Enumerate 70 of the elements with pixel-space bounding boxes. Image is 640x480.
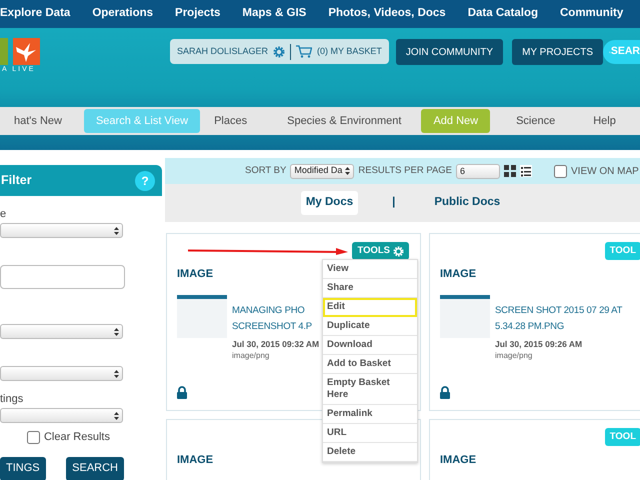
menu-item[interactable]: Download [323,336,417,355]
menu-tab[interactable]: Places [202,109,260,133]
per-page-label: RESULTS PER PAGE [358,164,452,178]
basket-link[interactable]: (0) MY BASKET [316,44,382,58]
sort-label: SORT BY [245,164,286,178]
nav-link[interactable]: Maps & GIS [242,5,306,23]
list-view-icon[interactable] [520,165,532,177]
nav-link[interactable]: Photos, Videos, Docs [328,5,446,23]
menu-item[interactable]: View [323,260,417,279]
select-field[interactable] [0,366,123,381]
filter-title: Filter [1,172,32,190]
cart-icon[interactable] [296,45,312,58]
menu-item[interactable]: Duplicate [323,317,417,336]
nav-link[interactable]: Projects [175,5,220,23]
field-label: e [0,207,8,220]
document-title[interactable]: SCREEN SHOT 2015 07 29 AT 5.34.28 PM.PNG [495,302,622,334]
settings-icon[interactable] [272,46,285,58]
nav-link[interactable]: Community [560,5,624,23]
user-name[interactable]: SARAH DOLISLAGER [176,44,268,58]
thumbnail-image[interactable] [440,294,490,338]
nav-link[interactable]: Explore Data [0,5,70,23]
caret-icon [114,370,119,378]
menu-item[interactable]: Edit [323,298,417,317]
nav-link[interactable]: Data Catalog [468,5,538,23]
menu-tab[interactable]: Species & Environment [275,109,414,133]
form-button[interactable]: TINGS [0,456,46,480]
caret-icon [114,328,119,336]
document-type: IMAGE [177,267,214,282]
mime-type: image/png [495,350,534,362]
menu-tab[interactable]: Science [504,109,568,133]
menu-item[interactable]: URL [323,424,417,443]
header-button[interactable]: MY PROJECTS [512,39,603,65]
document-type: IMAGE [177,453,214,468]
input-field[interactable] [0,265,125,289]
menu-item[interactable]: Empty Basket Here [323,374,417,405]
thumbnail-image[interactable] [177,294,227,338]
checkbox-label[interactable]: VIEW ON MAP [571,164,639,178]
doc-tab[interactable]: Public Docs [429,191,506,215]
header-button[interactable]: JOIN COMMUNITY [396,39,504,65]
checkbox[interactable] [554,164,568,178]
grid-view-icon[interactable] [504,165,516,177]
caret-icon [114,226,119,234]
checkbox-label[interactable]: Clear Results [44,429,110,446]
gear-icon [393,246,404,256]
menu-tab[interactable]: hat's New [14,109,74,133]
select-field[interactable] [0,324,123,339]
document-title[interactable]: MANAGING PHO SCREENSHOT 4.P [232,302,320,334]
document-date: Jul 30, 2015 09:26 AM [495,338,584,350]
sort-select[interactable]: Modified Da [290,164,354,178]
menu-item[interactable]: Share [323,279,417,298]
mime-type: image/png [232,350,270,362]
form-button[interactable]: SEARCH [66,456,124,480]
caret-icon [114,412,119,420]
checkbox[interactable] [26,430,40,444]
nav-link[interactable]: Operations [92,5,154,23]
field-label: tings [0,392,24,405]
menu-item[interactable]: Permalink [323,405,417,424]
select-field[interactable] [0,408,123,423]
select-field[interactable] [0,223,123,238]
document-type: IMAGE [440,267,476,282]
per-page-select[interactable]: 6 [456,164,500,178]
tab-separator: | [392,195,396,210]
caret-icon [345,167,350,175]
logo-drawing [0,38,40,65]
document-type: IMAGE [440,453,476,468]
menu-item[interactable]: Delete [323,443,417,462]
document-date: Jul 30, 2015 09:32 AM [232,338,320,350]
doc-tab[interactable]: My Docs [300,191,358,215]
menu-item[interactable]: Add to Basket [323,355,417,374]
menu-tab[interactable]: Help [581,109,628,133]
